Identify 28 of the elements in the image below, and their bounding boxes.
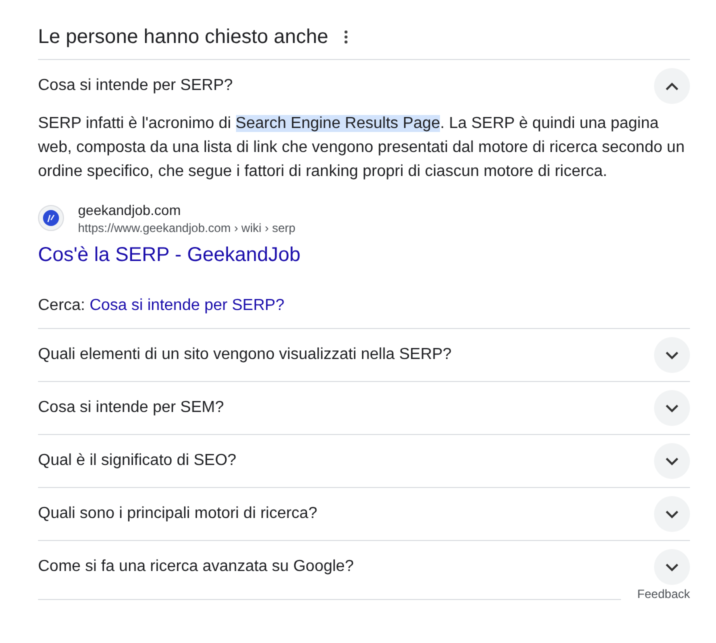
chevron-down-icon [665,562,679,572]
chevron-down-icon [665,350,679,360]
expand-toggle[interactable] [654,549,690,585]
chevron-down-icon [665,456,679,466]
chevron-down-icon [665,404,679,412]
site-favicon-icon [38,205,64,231]
result-title-link[interactable]: Cos'è la SERP - GeekandJob [38,242,300,268]
more-options-icon[interactable] [344,30,348,44]
expand-toggle[interactable] [654,443,690,479]
chevron-down-icon [665,510,679,518]
expand-toggle[interactable] [654,337,690,373]
section-heading: Le persone hanno chiesto anche [38,26,328,48]
feedback-link[interactable]: Feedback [637,587,690,601]
answer-paragraph: SERP infatti è l'acronimo di Search Engine Results Page. La SERP è quindi una pagina web, composta da una lista di link che vengono presentati dal motore di ricerca secondo un ordine specifico, che segue i fattori di ranking propri di ciascun motore di ricerca. [38,114,686,182]
expand-toggle[interactable] [654,496,690,532]
question-text[interactable]: Come si fa una ricerca avanzata su Google? [38,558,354,576]
chevron-up-icon [665,82,679,90]
question-text[interactable]: Cosa si intende per SEM? [38,399,224,417]
question-text[interactable]: Quali sono i principali motori di ricerca? [38,505,318,523]
search-query-link[interactable]: Cosa si intende per SERP? [90,297,284,314]
question-text[interactable]: Cosa si intende per SERP? [38,77,233,95]
site-name: geekandjob.com [78,201,182,220]
question-text[interactable]: Quali elementi di un sito vengono visualizzati nella SERP? [38,346,452,364]
question-text[interactable]: Qual è il significato di SEO? [38,452,236,470]
search-label: Cerca: [38,297,86,314]
site-url: https://www.geekandjob.com › wiki › serp [78,220,296,236]
expand-toggle[interactable] [654,390,690,426]
expand-toggle[interactable] [654,68,690,104]
